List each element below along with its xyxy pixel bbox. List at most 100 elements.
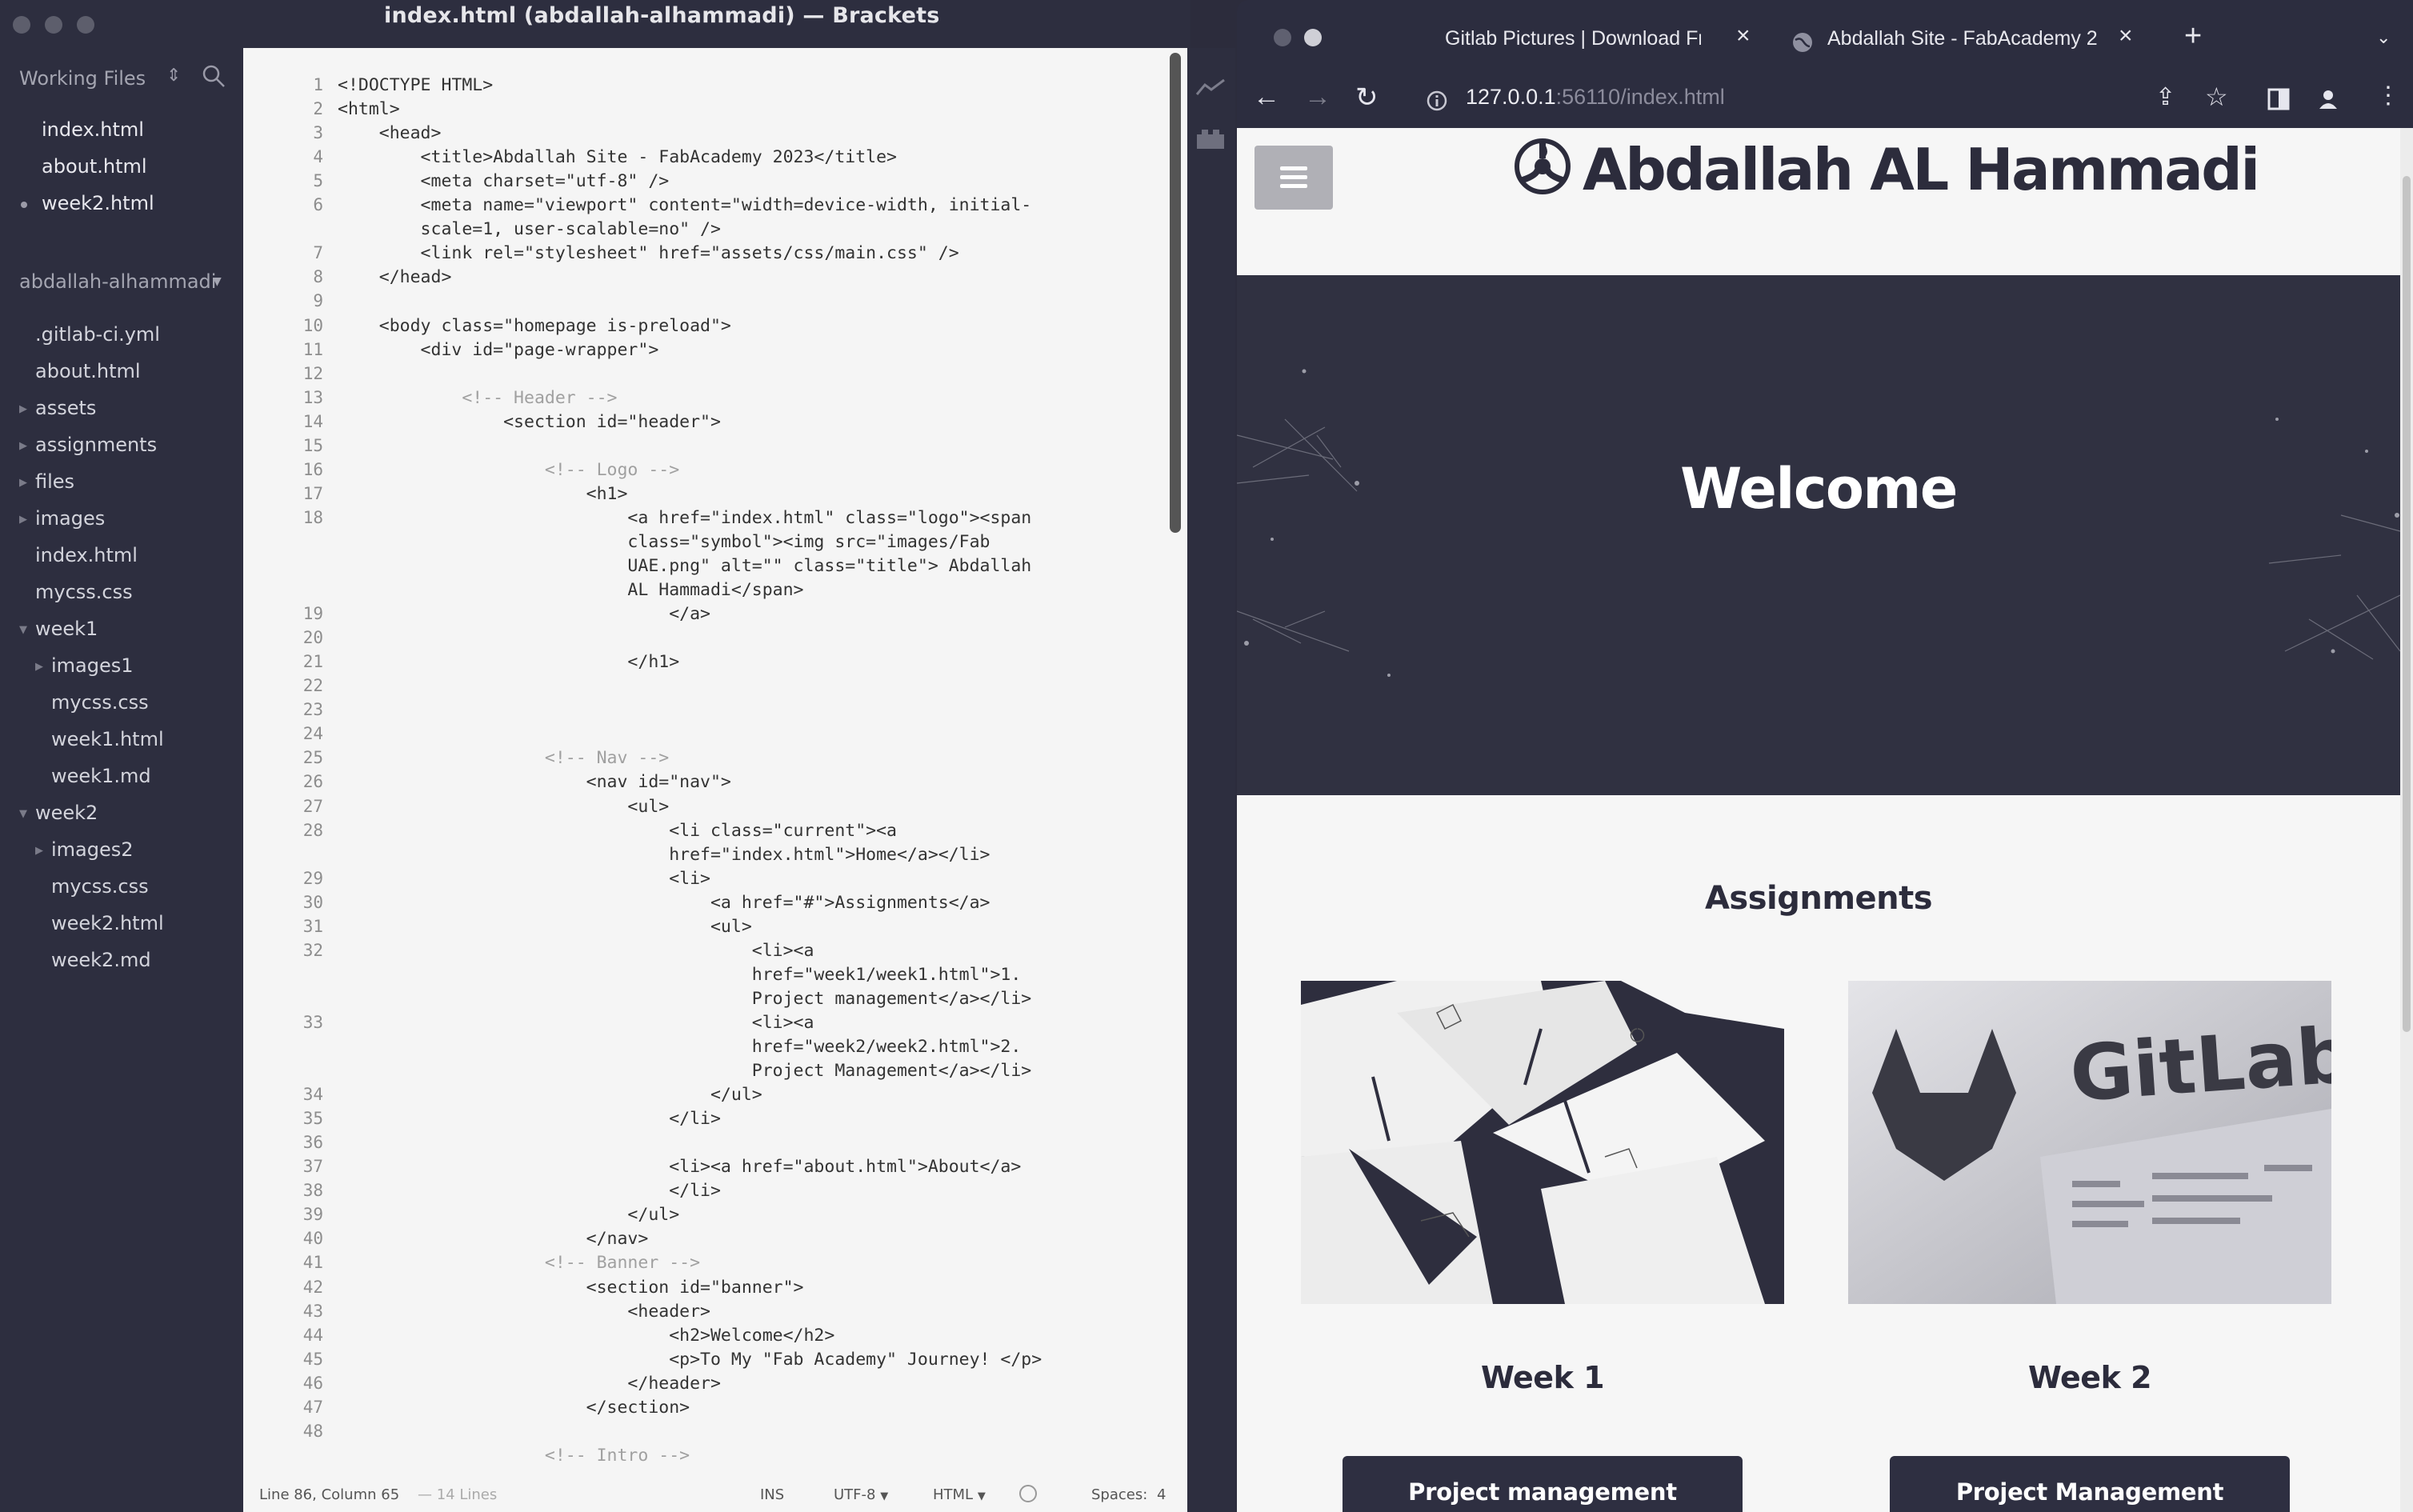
window-minimize-button[interactable]: [45, 16, 62, 34]
week1-sketch-photo: [1301, 981, 1784, 1304]
browser-window-control[interactable]: [1304, 29, 1322, 46]
tab-title: Gitlab Pictures | Download Fre: [1445, 27, 1701, 50]
tree-folder-item[interactable]: images: [35, 507, 105, 530]
sidebar-toggle-icon[interactable]: [2267, 88, 2290, 110]
tree-folder-item[interactable]: assets: [35, 397, 96, 419]
url-host: 127.0.0.1: [1466, 85, 1556, 109]
web-page-viewport: Abdallah AL Hammadi Welcome Assignments …: [1237, 128, 2400, 1512]
week2-gitlab-photo: GitLab: [1848, 981, 2331, 1304]
tab-abdallah-site[interactable]: Abdallah Site - FabAcademy 2: [1827, 27, 2099, 59]
line-number: 32: [302, 940, 323, 960]
language-select[interactable]: HTML ▼: [933, 1486, 986, 1503]
week2-project-management-button[interactable]: Project Management: [1890, 1456, 2290, 1512]
editor-scrollbar[interactable]: [1170, 53, 1181, 533]
working-file-item[interactable]: week2.html: [42, 192, 154, 214]
window-close-button[interactable]: [13, 16, 30, 34]
tree-file-item[interactable]: mycss.css: [51, 691, 149, 714]
code-line: <li>: [338, 868, 710, 889]
share-icon[interactable]: ⇪: [2155, 83, 2175, 111]
cursor-position[interactable]: Line 86, Column 65: [259, 1486, 399, 1503]
live-preview-icon[interactable]: [1195, 78, 1226, 98]
tree-folder-item[interactable]: images1: [51, 654, 134, 677]
folder-expanded-icon[interactable]: ▼: [19, 808, 27, 820]
week2-image[interactable]: GitLab: [1848, 981, 2331, 1304]
code-line: </nav>: [338, 1229, 649, 1250]
folder-collapsed-icon[interactable]: ▶: [35, 661, 43, 673]
chevron-down-icon[interactable]: ⌄: [2376, 27, 2391, 48]
code-line: </ul>: [338, 1085, 762, 1106]
close-tab-icon[interactable]: ×: [1736, 22, 1751, 50]
hamburger-menu-button[interactable]: [1255, 146, 1333, 210]
address-bar[interactable]: 127.0.0.1:56110/index.html: [1466, 85, 1725, 110]
tree-folder-item[interactable]: week1: [35, 618, 98, 640]
back-button[interactable]: ←: [1253, 82, 1280, 113]
code-line: <header>: [338, 1301, 710, 1322]
tree-file-item[interactable]: mycss.css: [51, 875, 149, 898]
tree-file-item[interactable]: week2.html: [51, 912, 164, 934]
page-scrollbar[interactable]: [2400, 128, 2413, 1512]
spaces-value[interactable]: 4: [1157, 1486, 1166, 1503]
line-number: 41: [302, 1253, 323, 1273]
line-number: 39: [302, 1205, 323, 1225]
browser-menu-icon[interactable]: ⋮: [2376, 82, 2400, 110]
folder-expanded-icon[interactable]: ▼: [19, 624, 27, 636]
working-files-header: Working Files: [19, 67, 146, 90]
tree-file-item[interactable]: week1.md: [51, 765, 151, 787]
line-number: 13: [302, 387, 323, 407]
site-title-link[interactable]: Abdallah AL Hammadi: [1583, 136, 2260, 203]
caret-down-icon[interactable]: ▼: [213, 275, 222, 288]
unsaved-dot-icon: [21, 202, 27, 208]
tree-folder-item[interactable]: images2: [51, 838, 134, 861]
folder-collapsed-icon[interactable]: ▶: [19, 440, 27, 452]
tree-file-item[interactable]: index.html: [35, 544, 138, 566]
insert-mode[interactable]: INS: [760, 1486, 784, 1503]
code-editor[interactable]: 1 2 3 4 5 6 7 8 9 10 11 12 13 14 15 16 17 18 19 20 21 22 23 24 2…: [243, 48, 1187, 1512]
reload-button[interactable]: ↻: [1355, 82, 1379, 114]
url-path: :56110/index.html: [1555, 85, 1725, 109]
code-line: </head>: [338, 267, 452, 288]
tree-folder-item[interactable]: assignments: [35, 434, 157, 456]
line-number: 1: [313, 75, 323, 94]
bookmark-star-icon[interactable]: ☆: [2205, 82, 2228, 112]
project-name-dropdown[interactable]: abdallah-alhammadi: [19, 270, 216, 293]
extension-manager-icon[interactable]: [1195, 128, 1226, 150]
week1-image[interactable]: [1301, 981, 1784, 1304]
line-number: 21: [302, 652, 323, 672]
folder-collapsed-icon[interactable]: ▶: [19, 477, 27, 489]
encoding-select[interactable]: UTF-8 ▼: [834, 1486, 888, 1503]
code-line: <li><a href="about.html">About</a>: [338, 1157, 1022, 1178]
folder-collapsed-icon[interactable]: ▶: [19, 514, 27, 526]
tree-file-item[interactable]: mycss.css: [35, 581, 133, 603]
sort-arrows-icon[interactable]: ⇕: [166, 66, 181, 86]
profile-icon[interactable]: [2317, 88, 2339, 110]
week1-project-management-button[interactable]: Project management: [1343, 1456, 1743, 1512]
tree-file-item[interactable]: .gitlab-ci.yml: [35, 323, 160, 346]
tree-folder-item[interactable]: week2: [35, 802, 98, 824]
tree-file-item[interactable]: about.html: [35, 360, 141, 382]
working-file-item[interactable]: about.html: [42, 155, 147, 178]
search-icon[interactable]: [202, 64, 226, 88]
linter-status-icon[interactable]: [1019, 1485, 1037, 1502]
line-number: 3: [313, 123, 323, 143]
code-line: </section>: [338, 1397, 690, 1418]
info-icon[interactable]: [1426, 90, 1448, 112]
fab-logo-icon[interactable]: [1514, 138, 1571, 195]
page-scroll-thumb[interactable]: [2403, 176, 2411, 1032]
tree-folder-item[interactable]: files: [35, 470, 74, 493]
line-number: 40: [302, 1229, 323, 1249]
browser-window-control[interactable]: [1274, 29, 1291, 46]
line-number: 42: [302, 1277, 323, 1297]
window-zoom-button[interactable]: [77, 16, 94, 34]
new-tab-button[interactable]: +: [2184, 19, 2202, 54]
tree-file-item[interactable]: week2.md: [51, 949, 151, 971]
code-line: <a href="#">Assignments</a>: [338, 892, 990, 913]
forward-button[interactable]: →: [1304, 82, 1331, 113]
code-line: scale=1, user-scalable=no" />: [338, 219, 721, 240]
code-line: </header>: [338, 1373, 721, 1394]
close-tab-icon[interactable]: ×: [2119, 22, 2133, 50]
folder-collapsed-icon[interactable]: ▶: [19, 403, 27, 415]
folder-collapsed-icon[interactable]: ▶: [35, 845, 43, 857]
working-file-item[interactable]: index.html: [42, 118, 144, 141]
tree-file-item[interactable]: week1.html: [51, 728, 164, 750]
tab-gitlab-pictures[interactable]: Gitlab Pictures | Download Fre: [1445, 27, 1701, 59]
